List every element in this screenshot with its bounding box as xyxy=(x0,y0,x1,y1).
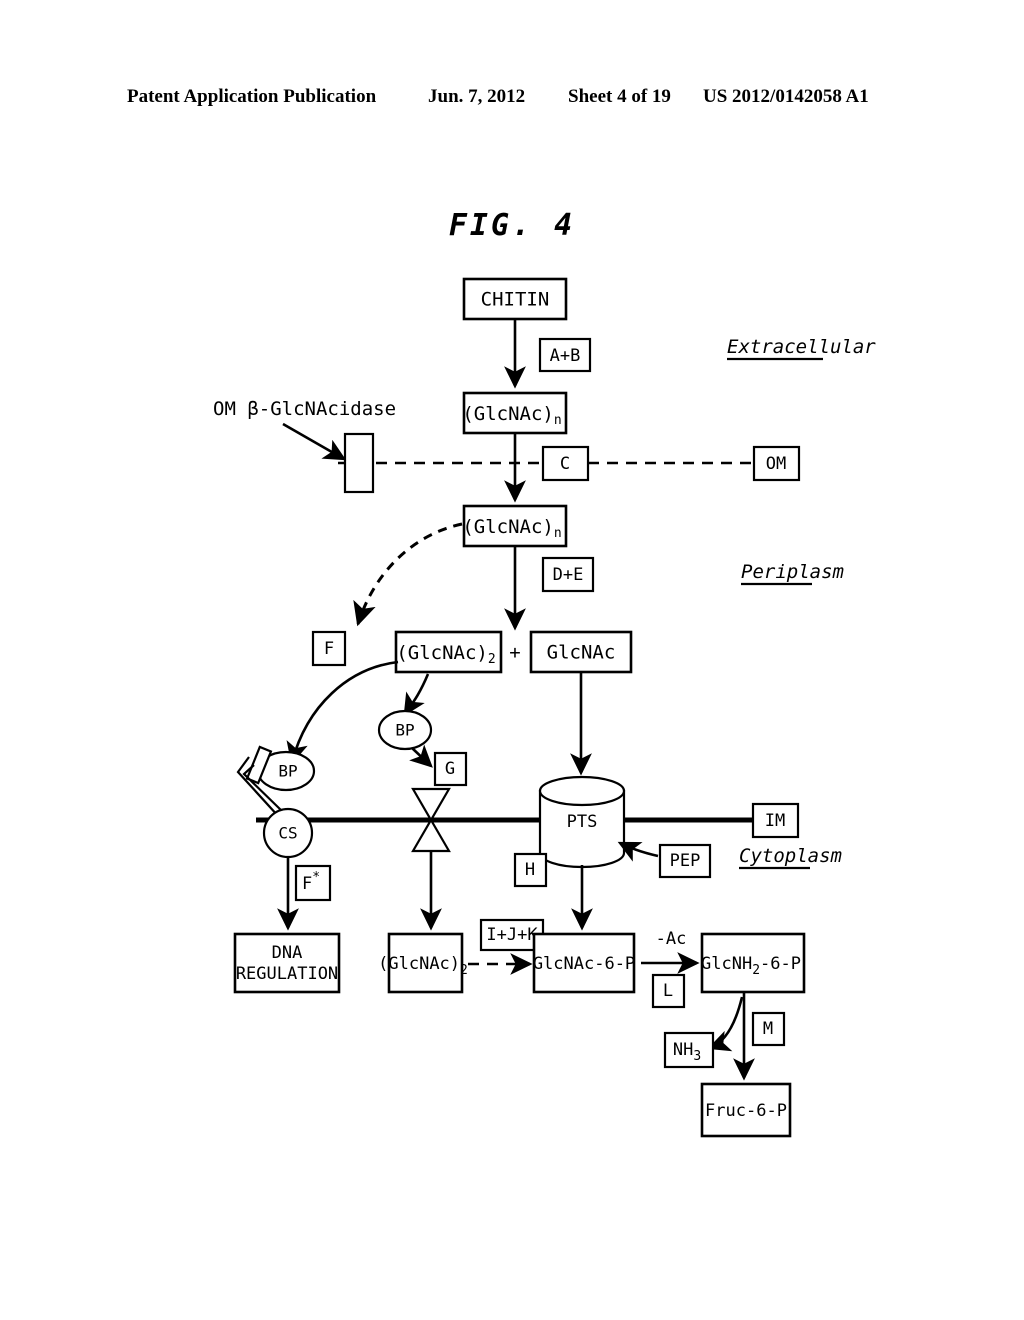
enzyme-f-label: F xyxy=(324,639,334,659)
arrow-glcnac2-to-bp-right xyxy=(403,673,430,717)
label-main: (GlcNAc) xyxy=(396,642,488,664)
label-main: F xyxy=(302,874,312,894)
arrow-annotation-to-protein xyxy=(282,422,347,461)
enzyme-ijk-label: I+J+K xyxy=(486,925,538,945)
annotation-om-glcnacidase: OM β-GlcNAcidase xyxy=(213,398,396,420)
arrow-pep-to-pts xyxy=(617,841,659,862)
enzyme-h-label: H xyxy=(525,860,535,880)
label-tail: -6-P xyxy=(760,954,801,974)
plus-sign: + xyxy=(509,642,520,664)
compartment-label-periplasm-text: Periplasm xyxy=(741,561,844,583)
node-dna-regulation-line1: DNA xyxy=(272,943,303,963)
compartment-label-cytoplasm-text: Cytoplasm xyxy=(739,845,842,867)
node-chitin-label: CHITIN xyxy=(481,289,550,311)
label-sub: 2 xyxy=(752,963,760,978)
arrow-branch-to-nh3 xyxy=(707,996,744,1052)
enzyme-ab-label: A+B xyxy=(550,346,581,366)
label-sub: 2 xyxy=(488,652,496,667)
node-glcnac-periplasm-label: GlcNAc xyxy=(547,642,616,664)
arrow-glcnac2-to-bp-left xyxy=(286,660,399,765)
node-glcnac-2-periplasm-label: (GlcNAc)2 xyxy=(396,642,495,667)
label-sub: 3 xyxy=(693,1049,701,1064)
pts-system-label: PTS xyxy=(567,812,598,832)
label-sub: 2 xyxy=(460,963,468,978)
node-glcnac-n-extracellular-label: (GlcNAc)n xyxy=(462,403,561,428)
label-main: NH xyxy=(673,1040,693,1060)
enzyme-m-label: M xyxy=(763,1019,773,1039)
enzyme-l-label: L xyxy=(663,981,673,1001)
label-main: (GlcNAc) xyxy=(462,516,554,538)
enzyme-de-label: D+E xyxy=(553,565,584,585)
enzyme-g-label: G xyxy=(445,759,455,779)
compartment-label-extracellular: Extracellular xyxy=(727,336,876,361)
node-glcnh2-6-p-label: GlcNH2-6-P xyxy=(701,954,801,978)
arrow-bp-right-to-g xyxy=(409,744,433,768)
transporter-hourglass-top[interactable] xyxy=(411,787,451,823)
node-dna-regulation-line2: REGULATION xyxy=(236,964,338,984)
transporter-hourglass-bottom[interactable] xyxy=(411,817,451,853)
membrane-im-label: IM xyxy=(765,811,785,831)
annotation-deacetylation: -Ac xyxy=(656,929,687,949)
membrane-om-label: OM xyxy=(766,454,786,474)
label-main: (GlcNAc) xyxy=(462,403,554,425)
compartment-label-periplasm: Periplasm xyxy=(741,561,844,586)
chemoreceptor-cs-label: CS xyxy=(278,824,297,843)
dashed-arrow-glcnacn-to-f xyxy=(353,522,463,627)
node-glcnac-6-p-label: GlcNAc-6-P xyxy=(533,954,635,974)
binding-protein-right-label: BP xyxy=(395,721,414,740)
compartment-label-cytoplasm: Cytoplasm xyxy=(739,845,842,870)
node-glcnac-2-cytoplasm-label: (GlcNAc)2 xyxy=(378,954,468,978)
compartment-label-extracellular-text: Extracellular xyxy=(727,336,876,358)
figure-4-diagram: Extracellular Periplasm Cytoplasm CHITIN… xyxy=(213,277,876,1138)
label-sup: * xyxy=(312,870,320,885)
node-fruc-6-p-label: Fruc-6-P xyxy=(705,1101,787,1121)
enzyme-c-label: C xyxy=(560,454,570,474)
node-glcnac-n-periplasm-label: (GlcNAc)n xyxy=(462,516,561,541)
label-sub: n xyxy=(554,413,562,428)
pep-label: PEP xyxy=(670,851,701,871)
label-main: (GlcNAc) xyxy=(378,954,460,974)
binding-protein-left-label: BP xyxy=(278,762,297,781)
om-glcnacidase-protein[interactable] xyxy=(343,432,375,494)
patent-sheet: Patent Application Publication Jun. 7, 2… xyxy=(0,0,1024,1320)
label-sub: n xyxy=(554,526,562,541)
label-main: GlcNH xyxy=(701,954,752,974)
